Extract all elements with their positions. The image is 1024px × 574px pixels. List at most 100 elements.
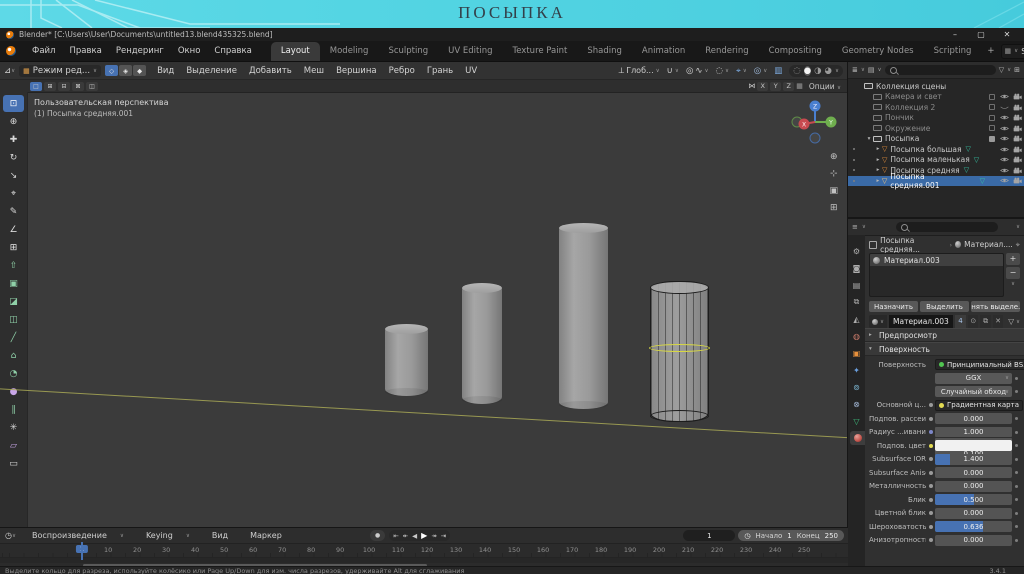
tab-material[interactable] [850, 431, 865, 445]
exclude-checkbox[interactable] [988, 104, 995, 111]
material-name-input[interactable]: Материал.003 [889, 315, 953, 328]
node-link-button[interactable]: Градиентная карта [935, 399, 1023, 411]
tab-sculpting[interactable]: Sculpting [378, 42, 438, 61]
mode-dropdown[interactable]: ▦ Режим ред... ∨ [19, 64, 102, 77]
ruler-label-20[interactable]: 20 [133, 546, 141, 554]
outliner-row-3[interactable]: Пончик [848, 113, 1024, 124]
tool-scale[interactable]: ↘ [3, 167, 24, 184]
visibility-eye-icon[interactable] [998, 114, 1011, 121]
display-mode-icon[interactable]: ▤ [868, 66, 875, 74]
outliner-row-6[interactable]: ▸ ▽ Посыпка большая ▽ [848, 144, 1024, 155]
navigation-gizmo[interactable]: Z Y X [789, 96, 841, 148]
current-frame-field[interactable]: 1 [683, 530, 736, 541]
app-menu-icon[interactable] [6, 46, 16, 56]
ruler-label-210[interactable]: 210 [682, 546, 694, 554]
tool-inset-faces[interactable]: ▣ [3, 275, 24, 292]
tool-loop-cut[interactable]: ◫ [3, 311, 24, 328]
decorator-dot[interactable] [1012, 471, 1020, 474]
tab-compositing[interactable]: Compositing [759, 42, 832, 61]
menu-Правка[interactable]: Правка [62, 44, 108, 58]
ruler-label-200[interactable]: 200 [653, 546, 665, 554]
menu-Справка[interactable]: Справка [207, 44, 258, 58]
breadcrumb-object[interactable]: Посыпка средняя... [880, 236, 946, 254]
ruler-label-170[interactable]: 170 [566, 546, 578, 554]
select-intersect[interactable]: ◫ [86, 81, 98, 91]
ruler-label-180[interactable]: 180 [595, 546, 607, 554]
auto-key-button[interactable]: ● [370, 530, 386, 541]
timeline-menu-воспроизведение[interactable]: Воспроизведение ∨ [22, 531, 134, 540]
users-count-button[interactable]: 4 [954, 315, 967, 328]
outliner-row-2[interactable]: Коллекция 2 [848, 102, 1024, 113]
pan-hand-icon[interactable]: ⊹ [830, 169, 838, 179]
unlink-material-icon[interactable]: ✕ [992, 315, 1004, 328]
maximize-button[interactable]: ▢ [968, 30, 994, 39]
slot-specials-icon[interactable]: ∨ [1006, 281, 1020, 287]
viewport-menu-добавить[interactable]: Добавить [243, 66, 298, 76]
editor-type-icon[interactable]: ≡ [852, 223, 858, 231]
tab-view-layer[interactable]: ⧉ [848, 295, 865, 309]
tab-animation[interactable]: Animation [632, 42, 695, 61]
outliner-row-5[interactable]: ▾ Посыпка [848, 134, 1024, 145]
edge-select-mode[interactable]: ◈ [119, 65, 133, 76]
tab-world[interactable]: ◍ [848, 329, 865, 343]
decorator-dot[interactable] [1012, 511, 1020, 515]
decorator-dot[interactable] [1012, 417, 1020, 420]
tool-rotate[interactable]: ↻ [3, 149, 24, 166]
decorator-dot[interactable] [1012, 444, 1020, 447]
color-swatch[interactable] [935, 440, 1012, 451]
render-camera-icon[interactable] [1011, 114, 1024, 121]
tool-measure[interactable]: ∠ [3, 221, 24, 238]
exclude-checkbox[interactable] [988, 114, 995, 121]
select-button[interactable]: Выделить [920, 301, 969, 312]
deselect-button[interactable]: Снять выделе... [971, 301, 1020, 312]
tab-modeling[interactable]: Modeling [320, 42, 379, 61]
cylinder-small[interactable] [385, 324, 428, 396]
decorator-dot[interactable] [1012, 484, 1020, 488]
render-camera-icon[interactable] [1011, 125, 1024, 132]
menu-Окно[interactable]: Окно [171, 44, 208, 58]
new-material-icon[interactable]: ⧉ [980, 315, 991, 328]
timeline-ruler[interactable]: 1102030405060708090100110120130140150160… [0, 544, 848, 558]
tool-rip-region[interactable]: ▭ [3, 455, 24, 472]
next-keyframe-icon[interactable]: ↠ [431, 532, 436, 540]
decorator-dot[interactable] [1012, 538, 1020, 542]
add-workspace-button[interactable]: + [981, 42, 1000, 61]
panel-surface[interactable]: ▾ Поверхность [865, 342, 1024, 356]
render-camera-icon[interactable] [1011, 93, 1024, 100]
tool-knife[interactable]: ╱ [3, 329, 24, 346]
decorator-dot[interactable] [1012, 390, 1020, 393]
proportional-edit-control[interactable]: ◎ ∿ ∨ [686, 66, 709, 76]
ruler-label-250[interactable]: 250 [798, 546, 810, 554]
render-camera-icon[interactable] [1011, 156, 1024, 163]
mirror-x-button[interactable]: X [757, 81, 769, 91]
ruler-label-60[interactable]: 60 [249, 546, 257, 554]
tool-bevel[interactable]: ◪ [3, 293, 24, 310]
timeline-menu-маркер[interactable]: Маркер [240, 531, 292, 540]
select-subtract[interactable]: ⊟ [58, 81, 70, 91]
outliner-options-icon[interactable]: ⊞ [1014, 66, 1020, 74]
menu-Рендеринг[interactable]: Рендеринг [109, 44, 171, 58]
value-slider[interactable]: 0.000 [935, 413, 1012, 424]
tab-geometry-nodes[interactable]: Geometry Nodes [832, 42, 924, 61]
render-camera-icon[interactable] [1011, 177, 1024, 184]
render-camera-icon[interactable] [1011, 146, 1024, 153]
panel-preview[interactable]: ▸ Предпросмотр [865, 328, 1024, 342]
browse-material-button[interactable]: ∨ [869, 315, 888, 328]
tab-tool[interactable]: ⚙ [848, 244, 865, 258]
visibility-eye-icon[interactable] [998, 156, 1011, 163]
filter-icon[interactable]: ▽ [999, 66, 1004, 74]
tab-scene[interactable]: ◭ [848, 312, 865, 326]
gizmo-toggle[interactable]: ⌖ ∨ [736, 66, 747, 76]
shading-material-icon[interactable]: ◑ [814, 66, 821, 76]
outliner-row-7[interactable]: ▸ ▽ Посыпка маленькая ▽ [848, 155, 1024, 166]
shading-solid-icon[interactable]: ● [803, 65, 812, 76]
visibility-eye-icon[interactable] [998, 177, 1011, 184]
disclosure-icon[interactable]: ▾ [865, 136, 873, 142]
tool-add-cube[interactable]: ⊞ [3, 239, 24, 256]
cylinder-medium[interactable] [462, 283, 502, 404]
ruler-label-140[interactable]: 140 [479, 546, 491, 554]
decorator-dot[interactable] [1012, 376, 1020, 380]
visibility-eye-icon[interactable] [998, 125, 1011, 132]
breadcrumb-material[interactable]: Материал.... [964, 240, 1013, 249]
xray-toggle[interactable]: ▥ [774, 66, 782, 76]
